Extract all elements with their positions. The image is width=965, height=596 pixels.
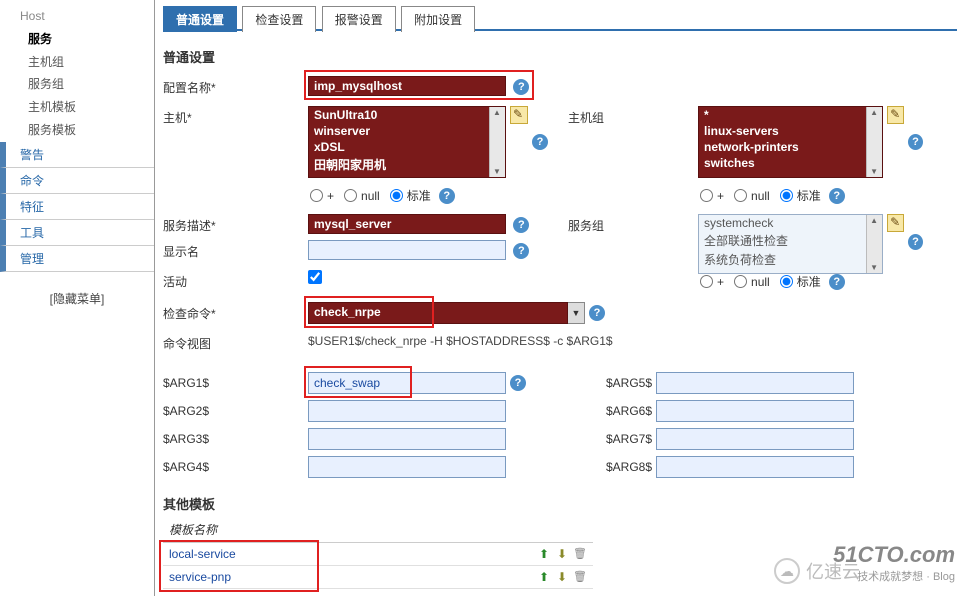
scrollbar[interactable]	[866, 107, 882, 177]
display-name-input[interactable]	[308, 240, 506, 260]
label-servicegroup: 服务组	[568, 214, 698, 234]
arg4-input[interactable]	[308, 456, 506, 478]
label-cmd-view: 命令视图	[163, 332, 308, 352]
config-name-input[interactable]	[308, 76, 506, 96]
template-row: local-service ⬆ ⬇ 🗑	[163, 543, 593, 566]
tab-alarm[interactable]: 报警设置	[322, 6, 396, 32]
help-icon[interactable]: ?	[510, 375, 526, 391]
help-icon[interactable]: ?	[908, 134, 923, 150]
check-cmd-select[interactable]: check_nrpe	[308, 302, 568, 324]
template-name-link[interactable]: local-service	[163, 543, 531, 565]
sidebar-item-hosttemplate[interactable]: 主机模板	[0, 96, 154, 119]
template-row: service-pnp ⬆ ⬇ 🗑	[163, 566, 593, 589]
servicegroup-listbox[interactable]: systemcheck 全部联通性检查 系统负荷检查	[698, 214, 883, 274]
scrollbar[interactable]	[489, 107, 505, 177]
delete-icon[interactable]: 🗑	[573, 547, 587, 561]
sidebar-item-servicegroup[interactable]: 服务组	[0, 73, 154, 96]
template-name-link[interactable]: service-pnp	[163, 566, 531, 588]
sidebar: Host 服务 主机组 服务组 主机模板 服务模板 警告 命令 特征 工具 管理…	[0, 0, 155, 596]
sidebar-cat-alert[interactable]: 警告	[0, 142, 154, 168]
delete-icon[interactable]: 🗑	[573, 570, 587, 584]
host-listbox[interactable]: SunUltra10 winserver xDSL 田朝阳家用机	[308, 106, 506, 178]
arg3-input[interactable]	[308, 428, 506, 450]
arg4-label: $ARG4$	[163, 460, 308, 474]
watermark: 51CTO.com 技术成就梦想 · Blog	[833, 541, 955, 584]
service-desc-input[interactable]	[308, 214, 506, 234]
move-down-icon[interactable]: ⬇	[555, 570, 569, 584]
arg2-label: $ARG2$	[163, 404, 308, 418]
move-up-icon[interactable]: ⬆	[537, 547, 551, 561]
arg6-input[interactable]	[656, 400, 854, 422]
help-icon[interactable]: ?	[513, 217, 529, 233]
radio-standard[interactable]	[780, 275, 793, 288]
arg6-label: $ARG6$	[526, 404, 656, 418]
help-icon[interactable]: ?	[513, 79, 529, 95]
edit-icon[interactable]	[887, 106, 904, 124]
arg3-label: $ARG3$	[163, 432, 308, 446]
edit-icon[interactable]	[887, 214, 904, 232]
tab-bar: 普通设置 检查设置 报警设置 附加设置	[163, 5, 957, 31]
sidebar-cat-tool[interactable]: 工具	[0, 220, 154, 246]
hide-menu-link[interactable]: [隐藏菜单]	[0, 290, 154, 307]
arg5-input[interactable]	[656, 372, 854, 394]
radio-servicegroup-mode: + null 标准 ?	[698, 273, 923, 290]
arg1-label: $ARG1$	[163, 376, 308, 390]
arg1-input[interactable]	[308, 372, 506, 394]
sidebar-cat-feature[interactable]: 特征	[0, 194, 154, 220]
arg2-input[interactable]	[308, 400, 506, 422]
main-panel: 普通设置 检查设置 报警设置 附加设置 普通设置 配置名称 ? 主机	[155, 0, 965, 596]
arg7-label: $ARG7$	[526, 432, 656, 446]
edit-icon[interactable]	[510, 106, 528, 124]
move-up-icon[interactable]: ⬆	[537, 570, 551, 584]
cmd-view-text: $USER1$/check_nrpe -H $HOSTADDRESS$ -c $…	[308, 332, 613, 350]
sidebar-host-label: Host	[0, 5, 154, 28]
sidebar-cat-manage[interactable]: 管理	[0, 246, 154, 272]
label-display-name: 显示名	[163, 240, 308, 260]
sidebar-item-servicetemplate[interactable]: 服务模板	[0, 119, 154, 142]
radio-null[interactable]	[344, 189, 357, 202]
help-icon[interactable]: ?	[513, 243, 529, 259]
active-checkbox[interactable]	[308, 270, 322, 284]
arg8-input[interactable]	[656, 456, 854, 478]
help-icon[interactable]: ?	[829, 274, 845, 290]
help-icon[interactable]: ?	[908, 234, 923, 250]
sidebar-cat-command[interactable]: 命令	[0, 168, 154, 194]
label-active: 活动	[163, 270, 308, 290]
radio-plus[interactable]	[700, 275, 713, 288]
help-icon[interactable]: ?	[532, 134, 548, 150]
move-down-icon[interactable]: ⬇	[555, 547, 569, 561]
label-service-desc: 服务描述	[163, 214, 308, 234]
radio-hostgroup-mode: + null 标准 ?	[698, 187, 923, 204]
arg7-input[interactable]	[656, 428, 854, 450]
radio-standard[interactable]	[390, 189, 403, 202]
radio-plus[interactable]	[310, 189, 323, 202]
cloud-icon: ☁	[774, 558, 800, 584]
arg8-label: $ARG8$	[526, 460, 656, 474]
radio-null[interactable]	[734, 275, 747, 288]
hostgroup-listbox[interactable]: * linux-servers network-printers switche…	[698, 106, 883, 178]
label-host: 主机	[163, 106, 308, 126]
help-icon[interactable]: ?	[589, 305, 605, 321]
label-hostgroup: 主机组	[568, 106, 698, 126]
scrollbar[interactable]	[866, 215, 882, 273]
radio-plus[interactable]	[700, 189, 713, 202]
sidebar-item-service[interactable]: 服务	[0, 28, 154, 51]
tab-extra[interactable]: 附加设置	[401, 6, 475, 32]
templates-col-head: 模板名称	[163, 517, 593, 543]
label-check-cmd: 检查命令	[163, 302, 308, 322]
sidebar-item-hostgroup[interactable]: 主机组	[0, 51, 154, 74]
section-general-title: 普通设置	[163, 31, 957, 76]
radio-null[interactable]	[734, 189, 747, 202]
templates-section-title: 其他模板	[163, 494, 957, 517]
radio-standard[interactable]	[780, 189, 793, 202]
tab-check[interactable]: 检查设置	[242, 6, 316, 32]
help-icon[interactable]: ?	[829, 188, 845, 204]
arg5-label: $ARG5$	[526, 376, 656, 390]
chevron-down-icon[interactable]: ▼	[567, 302, 585, 324]
radio-host-mode: + null 标准 ?	[308, 187, 568, 204]
tab-general[interactable]: 普通设置	[163, 6, 237, 32]
label-config-name: 配置名称	[163, 76, 308, 96]
help-icon[interactable]: ?	[439, 188, 455, 204]
